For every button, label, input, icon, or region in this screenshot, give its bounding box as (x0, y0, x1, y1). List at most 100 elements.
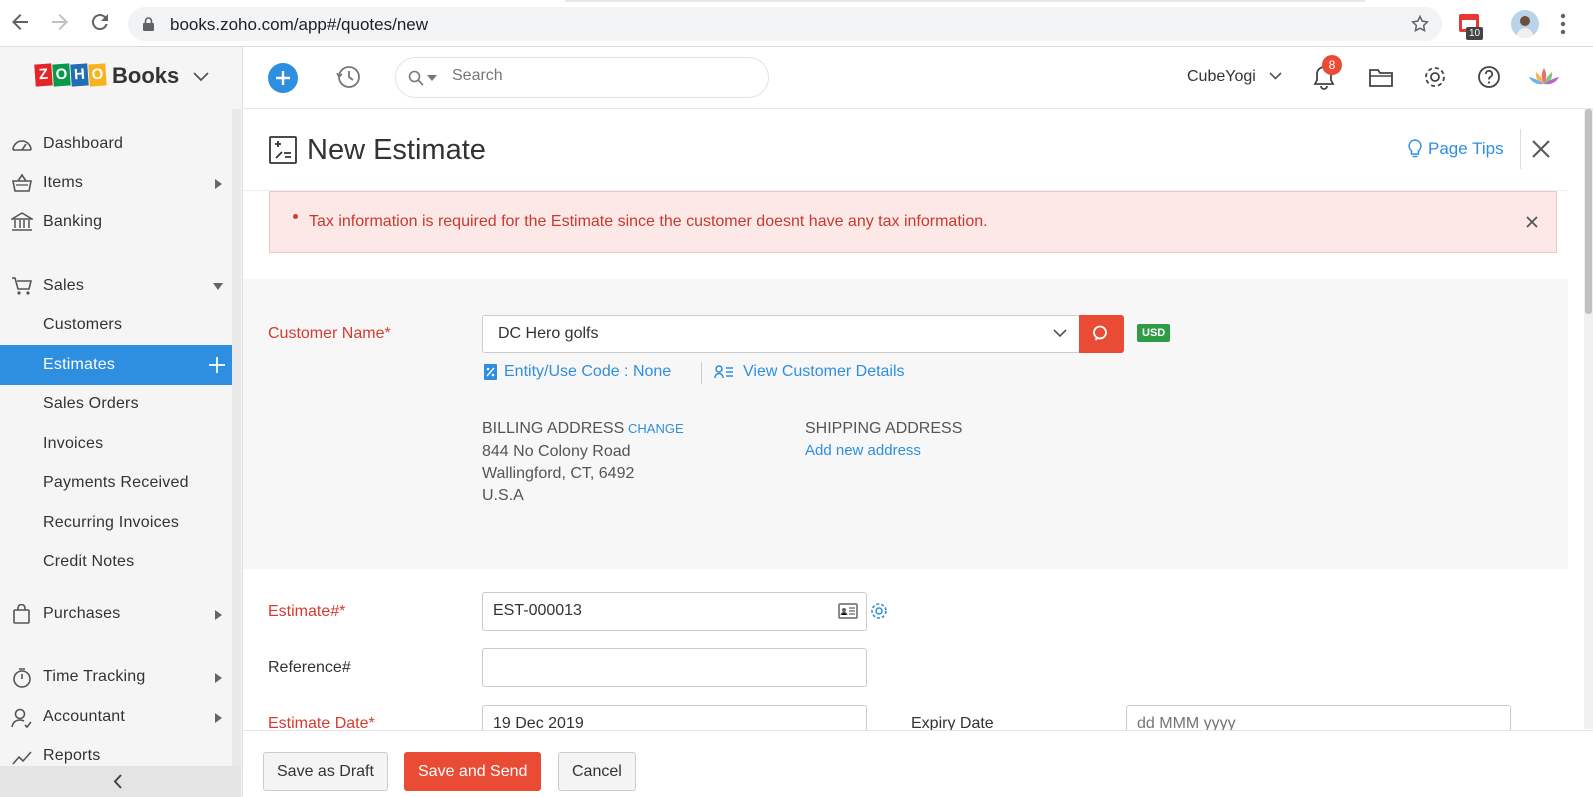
cancel-button[interactable]: Cancel (558, 752, 636, 791)
back-arrow-icon[interactable] (8, 10, 32, 34)
gear-icon[interactable] (1422, 64, 1448, 90)
sidebar-item-time-tracking[interactable]: Time Tracking (0, 657, 232, 697)
page-tips-link[interactable]: Page Tips (1408, 139, 1504, 159)
sidebar-item-dashboard[interactable]: Dashboard (0, 124, 232, 164)
sidebar-item-label: Dashboard (43, 135, 124, 152)
close-icon[interactable] (1531, 139, 1551, 159)
sidebar-item-recurring-invoices[interactable]: Recurring Invoices (0, 503, 232, 543)
sidebar-item-label: Sales (43, 277, 85, 294)
currency-badge: USD (1137, 324, 1171, 342)
save-and-send-button[interactable]: Save and Send (404, 752, 542, 791)
folder-icon[interactable] (1368, 64, 1394, 90)
notification-count-badge: 8 (1322, 55, 1342, 75)
estimate-icon (269, 136, 297, 164)
reference-input[interactable] (493, 658, 823, 676)
customer-name-select[interactable]: DC Hero golfs (482, 315, 1080, 353)
history-icon[interactable] (334, 63, 362, 91)
sidebar-item-label: Time Tracking (43, 668, 146, 685)
plus-icon (276, 71, 290, 85)
sidebar-item-payments-received[interactable]: Payments Received (0, 463, 232, 503)
estimate-number-input[interactable] (493, 602, 823, 620)
sidebar-item-label: Recurring Invoices (43, 514, 180, 531)
search-icon (1093, 325, 1107, 341)
billing-address-line: Wallingford, CT, 6492 (482, 465, 635, 482)
caret-down-icon[interactable] (427, 75, 437, 81)
sidebar-item-estimates[interactable]: Estimates (0, 345, 232, 385)
sidebar-item-label: Items (43, 174, 84, 191)
sidebar-item-invoices[interactable]: Invoices (0, 424, 232, 464)
sidebar-item-sales[interactable]: Sales (0, 266, 232, 306)
page-title: New Estimate (307, 134, 486, 166)
scrollbar-thumb[interactable] (1585, 109, 1592, 314)
save-as-draft-button[interactable]: Save as Draft (263, 752, 388, 791)
entity-use-code-link[interactable]: Entity/Use Code : None (483, 363, 671, 381)
sidebar-item-banking[interactable]: Banking (0, 202, 232, 242)
quick-create-button[interactable] (268, 63, 298, 93)
profile-avatar[interactable] (1511, 10, 1539, 38)
sidebar-collapse-button[interactable] (0, 766, 241, 797)
global-search[interactable] (395, 57, 769, 98)
estimate-number-field[interactable] (482, 592, 867, 631)
forward-arrow-icon[interactable] (48, 10, 72, 34)
tab-strip (565, 0, 1365, 2)
sidebar-item-label: Invoices (43, 435, 104, 452)
sidebar-item-label: Reports (43, 747, 101, 764)
address-bar[interactable]: books.zoho.com/app#/quotes/new (128, 7, 1442, 41)
sidebar-item-accountant[interactable]: Accountant (0, 697, 232, 737)
sidebar-item-label: Sales Orders (43, 395, 139, 412)
page-header: New Estimate Page Tips (243, 109, 1568, 191)
billing-address-line: 844 No Colony Road (482, 443, 631, 460)
main-scrollbar[interactable] (1584, 109, 1593, 729)
main-content: New Estimate Page Tips Tax information i… (243, 109, 1593, 797)
logo-letter: O (88, 63, 107, 87)
product-name: Books (112, 63, 180, 88)
sidebar-item-purchases[interactable]: Purchases (0, 594, 232, 634)
chevron-down-icon (1053, 329, 1067, 338)
sidebar-item-label: Payments Received (43, 474, 189, 491)
form-footer: Save as Draft Save and Send Cancel (243, 730, 1593, 797)
reload-icon[interactable] (88, 10, 112, 34)
view-customer-details-link[interactable]: View Customer Details (714, 363, 905, 381)
close-icon[interactable] (1526, 216, 1538, 228)
customer-search-button[interactable] (1079, 315, 1124, 353)
caret-right-icon (215, 610, 222, 620)
sidebar-item-label: Estimates (43, 356, 116, 373)
add-new-address-link[interactable]: Add new address (805, 442, 921, 459)
brand-switcher[interactable]: Z O H O Books (0, 47, 243, 109)
zoho-logo: Z O H O (34, 63, 107, 87)
alert-bullet (293, 214, 298, 219)
sidebar-item-credit-notes[interactable]: Credit Notes (0, 542, 232, 582)
dashboard-icon (12, 140, 32, 151)
reference-field[interactable] (482, 648, 867, 687)
billing-address-heading: BILLING ADDRESS (482, 420, 625, 437)
gear-icon[interactable] (870, 602, 888, 620)
alert-message: Tax information is required for the Esti… (309, 213, 988, 230)
id-card-icon (838, 603, 858, 619)
bank-icon (11, 212, 33, 231)
caret-right-icon (215, 179, 222, 189)
organization-name[interactable]: CubeYogi (1187, 68, 1256, 86)
sidebar-item-sales-orders[interactable]: Sales Orders (0, 384, 232, 424)
search-input[interactable] (452, 67, 752, 85)
cart-icon (12, 277, 33, 295)
sidebar-item-label: Purchases (43, 605, 121, 622)
sidebar-scrollbar[interactable] (232, 109, 241, 769)
view-customer-details-label: View Customer Details (743, 363, 905, 380)
divider (701, 362, 702, 384)
add-estimate-plus-icon[interactable] (208, 356, 226, 374)
caret-right-icon (215, 673, 222, 683)
sidebar-item-reports[interactable]: Reports (0, 736, 232, 766)
chevron-down-icon[interactable] (1269, 72, 1282, 80)
tax-tag-icon (484, 364, 497, 380)
browser-toolbar: books.zoho.com/app#/quotes/new 10 (0, 0, 1593, 47)
kebab-menu-icon[interactable] (1560, 13, 1566, 35)
error-alert: Tax information is required for the Esti… (269, 191, 1557, 253)
change-billing-address-link[interactable]: CHANGE (628, 421, 684, 436)
bookmark-star-icon[interactable] (1410, 14, 1430, 34)
estimate-number-label: Estimate#* (268, 603, 346, 620)
logo-letter: H (70, 63, 89, 87)
sidebar-item-customers[interactable]: Customers (0, 305, 232, 345)
help-icon[interactable] (1476, 64, 1502, 90)
sidebar-item-items[interactable]: Items (0, 163, 232, 203)
lotus-app-icon[interactable] (1526, 64, 1562, 90)
